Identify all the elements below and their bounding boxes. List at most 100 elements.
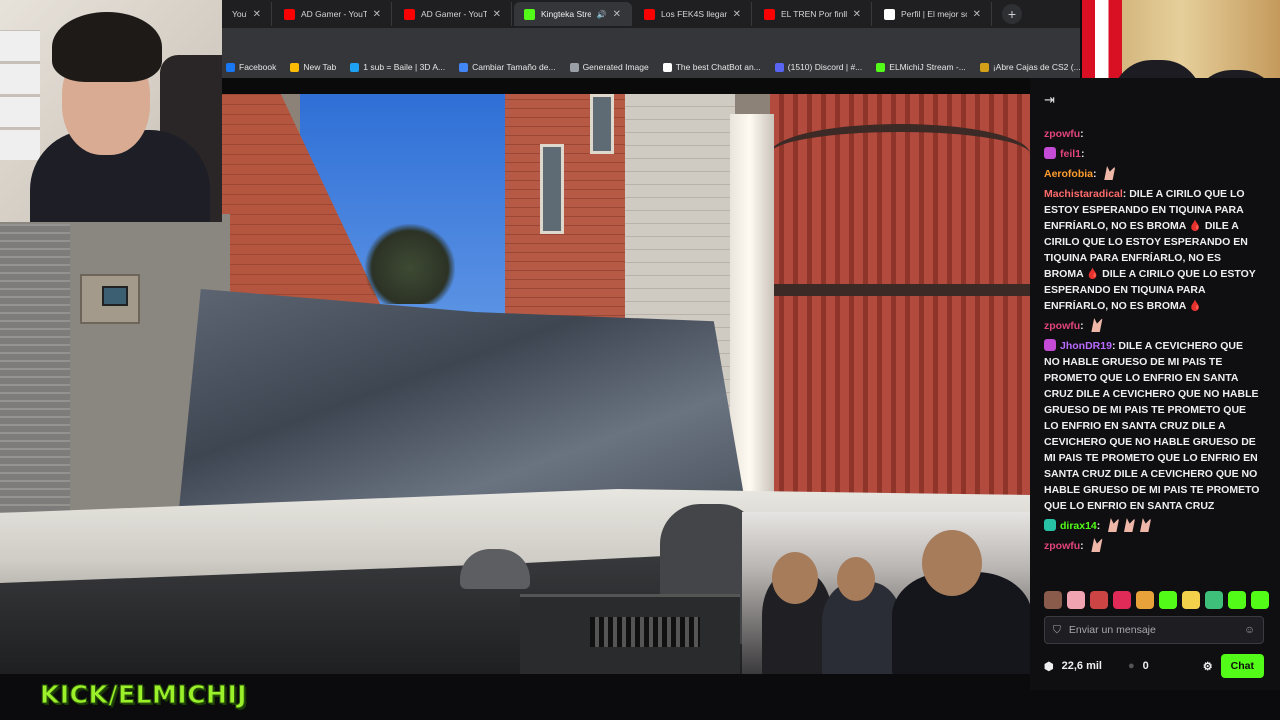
hand-emote-icon: [1091, 318, 1103, 332]
chat-username[interactable]: JhonDR19: [1060, 340, 1112, 352]
tarp-barrier: [178, 289, 748, 519]
tab-favicon-icon: [644, 8, 655, 20]
browser-toolbar: [222, 28, 1080, 56]
chat-input-placeholder: Enviar un mensaje: [1068, 624, 1156, 636]
tab-favicon-icon: [884, 8, 895, 20]
bookmark-item[interactable]: Facebook: [226, 62, 276, 72]
emote-bar: [1044, 591, 1269, 609]
bookmark-item[interactable]: 1 sub = Baile | 3D A...: [350, 62, 445, 72]
chat-username[interactable]: Aerofobia: [1044, 168, 1093, 180]
bookmark-item[interactable]: The best ChatBot an...: [662, 62, 761, 72]
points-count: 0: [1142, 660, 1149, 672]
building-window: [540, 144, 564, 234]
emote-icon[interactable]: [1136, 591, 1154, 609]
bookmark-favicon-icon: [774, 62, 784, 72]
bookmark-item[interactable]: Generated Image: [569, 62, 649, 72]
hand-emote-icon: [1124, 518, 1136, 532]
chat-message: JhonDR19: DILE A CEVICHERO QUE NO HABLE …: [1044, 338, 1260, 514]
chat-separator: :: [1081, 148, 1085, 160]
browser-tab[interactable]: AD Gamer - YouTube ✕: [394, 2, 512, 26]
building-window: [590, 94, 614, 154]
tab-favicon-icon: [404, 8, 415, 20]
channel-brand-text: KICK/ELMICHIJ: [39, 680, 248, 710]
chat-username[interactable]: zpowfu: [1044, 320, 1080, 332]
bookmark-label: (1510) Discord | #...: [787, 62, 863, 72]
emote-icon[interactable]: [1205, 591, 1223, 609]
chat-text: DILE A CIRILO QUE LO ESTOY ESPERANDO EN …: [1044, 188, 1256, 312]
close-tab-icon[interactable]: ✕: [973, 9, 981, 20]
car-radio: [520, 594, 740, 674]
close-tab-icon[interactable]: ✕: [373, 9, 381, 20]
close-tab-icon[interactable]: ✕: [733, 9, 741, 20]
chat-username[interactable]: Machistaradical: [1044, 188, 1123, 200]
bookmark-favicon-icon: [662, 62, 672, 72]
close-tab-icon[interactable]: ✕: [853, 9, 861, 20]
emoji-icon[interactable]: ☺: [1244, 624, 1255, 636]
emote-icon[interactable]: [1113, 591, 1131, 609]
chat-username[interactable]: zpowfu: [1044, 540, 1080, 552]
chat-message: Machistaradical: DILE A CIRILO QUE LO ES…: [1044, 186, 1260, 314]
chat-input[interactable]: ⛉ Enviar un mensaje ☺: [1044, 616, 1264, 644]
bookmark-item[interactable]: ELMichiJ Stream -...: [876, 62, 966, 72]
chat-send-button[interactable]: Chat: [1220, 654, 1264, 678]
tab-favicon-icon: [764, 8, 775, 20]
bookmark-label: Generated Image: [582, 62, 649, 72]
chat-username[interactable]: feil1: [1060, 148, 1081, 160]
bookmark-favicon-icon: [350, 62, 360, 72]
browser-tab[interactable]: Perfil | El mejor softw ✕: [874, 2, 992, 26]
emote-icon[interactable]: [1067, 591, 1085, 609]
bookmark-label: ELMichiJ Stream -...: [889, 62, 966, 72]
viewer-count: 22,6 mil: [1061, 660, 1102, 672]
close-tab-icon[interactable]: ✕: [613, 9, 621, 20]
chat-messages: zpowfu: feil1: Aerofobia: Machistaradica…: [1044, 126, 1260, 586]
bookmark-favicon-icon: [459, 62, 469, 72]
bookmark-favicon-icon: [569, 62, 579, 72]
emote-icon[interactable]: [1182, 591, 1200, 609]
hand-emote-icon: [1091, 538, 1103, 552]
shield-icon[interactable]: ⛉: [1053, 624, 1061, 637]
chat-message: zpowfu:: [1044, 126, 1260, 142]
gate-crossbar: [770, 284, 1030, 296]
gear-icon[interactable]: ⚙: [1203, 660, 1213, 673]
new-tab-button[interactable]: +: [1002, 4, 1022, 24]
subscriber-badge-icon[interactable]: [1044, 519, 1056, 531]
chat-footer: ⬢ 22,6 mil ● 0 ⚙ Chat: [1044, 654, 1264, 678]
tab-label: Kingteka Stream: [541, 9, 591, 19]
browser-tab[interactable]: AD Gamer - YouTube ✕: [274, 2, 392, 26]
hand-emote-icon: [1140, 518, 1152, 532]
chat-message: dirax14:: [1044, 518, 1260, 534]
chat-username[interactable]: dirax14: [1060, 520, 1097, 532]
bookmark-label: The best ChatBot an...: [675, 62, 761, 72]
browser-tab[interactable]: YouTube ✕: [222, 2, 272, 26]
emote-icon[interactable]: [1251, 591, 1269, 609]
tab-label: EL TREN Por finlll Esc: [781, 9, 847, 19]
close-tab-icon[interactable]: ✕: [493, 9, 501, 20]
browser-tab[interactable]: Kingteka Stream 🔊 ✕: [514, 2, 632, 26]
chat-username[interactable]: zpowfu: [1044, 128, 1080, 140]
browser-tab[interactable]: EL TREN Por finlll Esc ✕: [754, 2, 872, 26]
chat-text: DILE A CEVICHERO QUE NO HABLE GRUESO DE …: [1044, 340, 1260, 512]
bookmark-item[interactable]: (1510) Discord | #...: [774, 62, 863, 72]
bookmark-item[interactable]: New Tab: [290, 62, 336, 72]
metal-shutter: [0, 224, 70, 544]
chat-separator: :: [1093, 168, 1100, 180]
stream-screen: YouTube✕AD Gamer - YouTube✕AD Gamer - Yo…: [0, 0, 1280, 720]
tab-favicon-icon: [524, 8, 535, 20]
emote-icon[interactable]: [1044, 591, 1062, 609]
gate-arch: [770, 124, 1030, 184]
subscriber-badge-icon[interactable]: [1044, 147, 1056, 159]
browser-tab-bar: YouTube✕AD Gamer - YouTube✕AD Gamer - Yo…: [222, 0, 1080, 28]
bookmark-item[interactable]: Cambiar Tamaño de...: [459, 62, 556, 72]
bookmark-item[interactable]: ¡Abre Cajas de CS2 (...: [979, 62, 1081, 72]
emote-icon[interactable]: [1228, 591, 1246, 609]
subscriber-badge-icon[interactable]: [1044, 339, 1056, 351]
close-tab-icon[interactable]: ✕: [253, 9, 261, 20]
speaker-icon[interactable]: 🔊: [597, 10, 607, 19]
collapse-chat-icon[interactable]: ⇥: [1044, 92, 1055, 108]
emote-icon[interactable]: [1090, 591, 1108, 609]
emote-icon[interactable]: [1159, 591, 1177, 609]
tab-label: AD Gamer - YouTube: [421, 9, 487, 19]
browser-tab[interactable]: Los FEK4S llegan a D ✕: [634, 2, 752, 26]
chat-message: feil1:: [1044, 146, 1260, 162]
chat-message: zpowfu:: [1044, 318, 1260, 334]
